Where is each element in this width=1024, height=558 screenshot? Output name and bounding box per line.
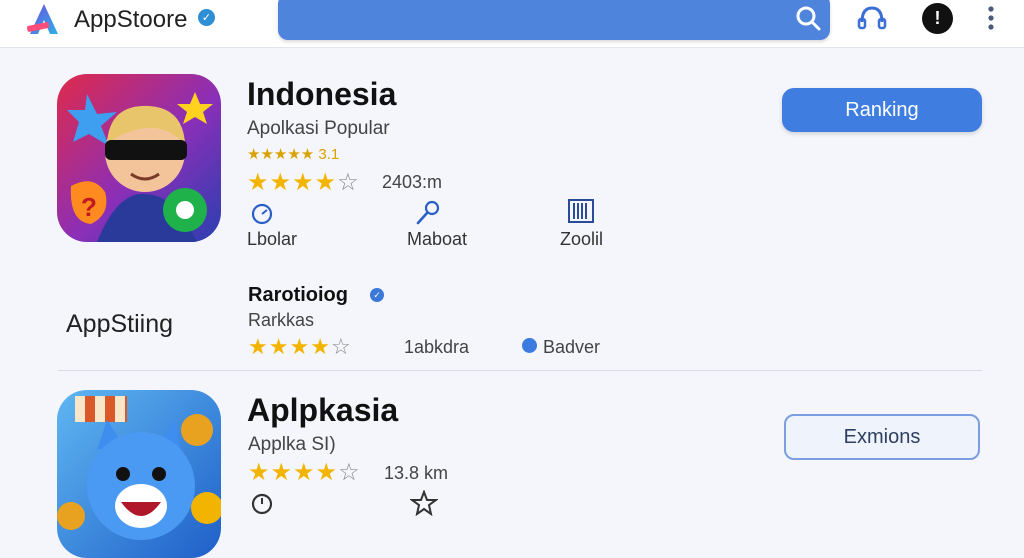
app-subtitle: Applka SI) <box>248 434 336 455</box>
app-icon-indonesia[interactable]: ? <box>57 74 221 242</box>
star-icon: ★ <box>292 169 314 196</box>
divider <box>58 370 982 371</box>
gauge-icon <box>251 203 273 225</box>
verified-icon: ✓ <box>198 9 215 26</box>
gauge-icon <box>251 493 273 515</box>
download-count: 13.8 km <box>384 463 449 483</box>
developer-rating-stars: ★ ★ ★ ★ ☆ <box>248 334 351 360</box>
app-subtitle: Apolkasi Popular <box>247 118 390 139</box>
top-bar: AppStoore ✓ ! <box>0 0 1024 48</box>
svg-text:?: ? <box>81 192 97 222</box>
badge-dot-icon <box>522 338 537 353</box>
star-icon: ★ <box>315 459 338 486</box>
star-outline-icon: ☆ <box>338 459 360 486</box>
star-outline-icon: ☆ <box>330 334 351 359</box>
star-icon: ★ <box>314 169 337 196</box>
ranking-button[interactable]: Ranking <box>782 88 982 132</box>
star-icon: ★ <box>270 459 293 486</box>
download-count: 2403:m <box>382 172 443 192</box>
star-icon: ★ <box>248 459 270 486</box>
star-icon: ★ <box>289 334 310 359</box>
star-icon: ★ <box>248 334 268 359</box>
rating-stars: ★ ★ ★ ★ ☆ <box>247 168 359 197</box>
star-icon: ★ <box>310 334 330 359</box>
alert-icon[interactable]: ! <box>922 3 953 34</box>
developer-badge-label[interactable]: Badver <box>543 337 600 358</box>
app-title[interactable]: Indonesia <box>247 76 396 113</box>
microphone-icon <box>416 200 440 225</box>
rating-stars: ★ ★ ★ ★ ☆ <box>248 458 360 487</box>
appstore-logo-icon[interactable] <box>26 2 62 36</box>
developer-count: 1abkdra <box>404 337 470 357</box>
star-outline-icon <box>410 490 438 516</box>
barcode-icon <box>568 199 594 223</box>
headset-icon[interactable] <box>856 4 888 32</box>
game-character-icon: ? <box>57 74 221 242</box>
stat-label-1: Lbolar <box>247 229 298 249</box>
app-title[interactable]: Aplpkasia <box>247 392 398 429</box>
stat-label-3: Zoolil <box>560 229 604 249</box>
star-outline-icon: ☆ <box>337 169 359 196</box>
expansions-button[interactable]: Exmions <box>784 414 980 460</box>
star-icon: ★ <box>268 334 289 359</box>
section-label: AppStiing <box>66 310 174 338</box>
more-vertical-icon[interactable] <box>986 5 996 31</box>
verified-icon: ✓ <box>370 288 384 302</box>
small-rating-text: ★★★★★ 3.1 <box>247 146 340 163</box>
app-brand-name[interactable]: AppStoore <box>74 6 187 34</box>
search-icon[interactable] <box>794 4 822 32</box>
stat-label-2: Maboat <box>407 229 468 249</box>
developer-title[interactable]: Rarotioiog <box>248 284 348 307</box>
star-icon: ★ <box>247 169 269 196</box>
search-input[interactable] <box>278 0 830 40</box>
star-icon: ★ <box>269 169 292 196</box>
cartoon-cat-icon <box>57 390 221 558</box>
star-icon: ★ <box>293 459 315 486</box>
app-icon-aplpkasia[interactable] <box>57 390 221 558</box>
developer-subtitle: Rarkkas <box>248 310 315 330</box>
